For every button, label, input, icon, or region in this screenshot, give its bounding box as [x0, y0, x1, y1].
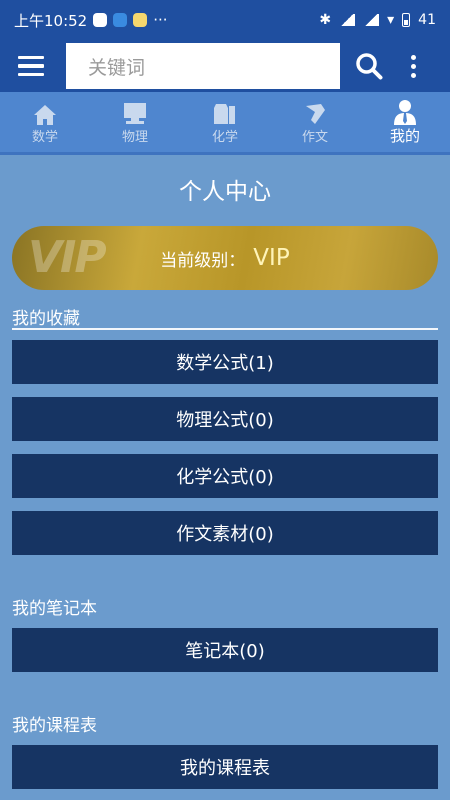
favorite-physics-button[interactable]: 物理公式(0)	[12, 397, 438, 441]
wifi-icon: ▾	[387, 12, 395, 28]
signal-icon	[339, 14, 356, 26]
person-icon	[393, 99, 417, 125]
schedule-button[interactable]: 我的课程表	[12, 745, 438, 789]
tab-label: 我的	[389, 126, 420, 145]
status-time: 上午10:52	[14, 11, 88, 30]
page-title: 个人中心	[179, 179, 271, 205]
category-tabs: 数学 物理 化学 作文 我的	[0, 92, 450, 152]
vip-card[interactable]: VIP 当前级别： VIP	[12, 226, 438, 290]
more-notifications-icon: ···	[153, 11, 168, 29]
tab-physics[interactable]: 物理	[90, 92, 180, 152]
battery-level: 41	[418, 12, 436, 28]
status-bar: 上午10:52 ··· ✱ ▾ 41	[0, 0, 450, 40]
house-icon	[33, 100, 57, 126]
tab-label: 数学	[31, 129, 58, 145]
tab-mine[interactable]: 我的	[360, 92, 450, 152]
tab-composition[interactable]: 作文	[270, 92, 360, 152]
favorite-math-button[interactable]: 数学公式(1)	[12, 340, 438, 384]
flask-icon	[212, 100, 238, 126]
tab-chemistry[interactable]: 化学	[180, 92, 270, 152]
search-icon[interactable]	[340, 40, 398, 92]
tab-label: 物理	[121, 129, 148, 145]
tab-label: 化学	[211, 129, 238, 145]
favorites-divider	[12, 328, 438, 330]
vip-level-label: 当前级别：	[160, 250, 246, 271]
status-right: ✱ ▾ 41	[319, 12, 436, 28]
message-notification-icon	[133, 13, 148, 27]
app-notification-icon	[93, 13, 108, 27]
tab-label: 作文	[301, 129, 328, 145]
vip-logo: VIP	[28, 232, 107, 283]
favorite-chemistry-button[interactable]: 化学公式(0)	[12, 454, 438, 498]
schedule-section-label: 我的课程表	[12, 716, 97, 736]
search-input[interactable]: 关键词	[66, 43, 340, 89]
search-placeholder: 关键词	[88, 56, 146, 79]
computer-icon	[122, 100, 148, 126]
status-left: 上午10:52 ···	[14, 10, 168, 31]
notebook-button[interactable]: 笔记本(0)	[12, 628, 438, 672]
mail-notification-icon	[113, 13, 128, 27]
top-toolbar: 关键词	[0, 40, 450, 92]
tab-math[interactable]: 数学	[0, 92, 90, 152]
bluetooth-icon: ✱	[319, 12, 332, 28]
menu-icon[interactable]	[0, 40, 62, 92]
favorites-section-label: 我的收藏	[12, 309, 80, 329]
battery-icon	[402, 13, 411, 27]
more-options-icon[interactable]	[398, 40, 428, 92]
vip-level-value: VIP	[253, 245, 290, 271]
favorite-composition-button[interactable]: 作文素材(0)	[12, 511, 438, 555]
tab-divider	[0, 152, 450, 155]
pen-icon	[303, 100, 327, 126]
notebook-section-label: 我的笔记本	[12, 599, 97, 619]
signal-2-icon	[363, 14, 380, 26]
